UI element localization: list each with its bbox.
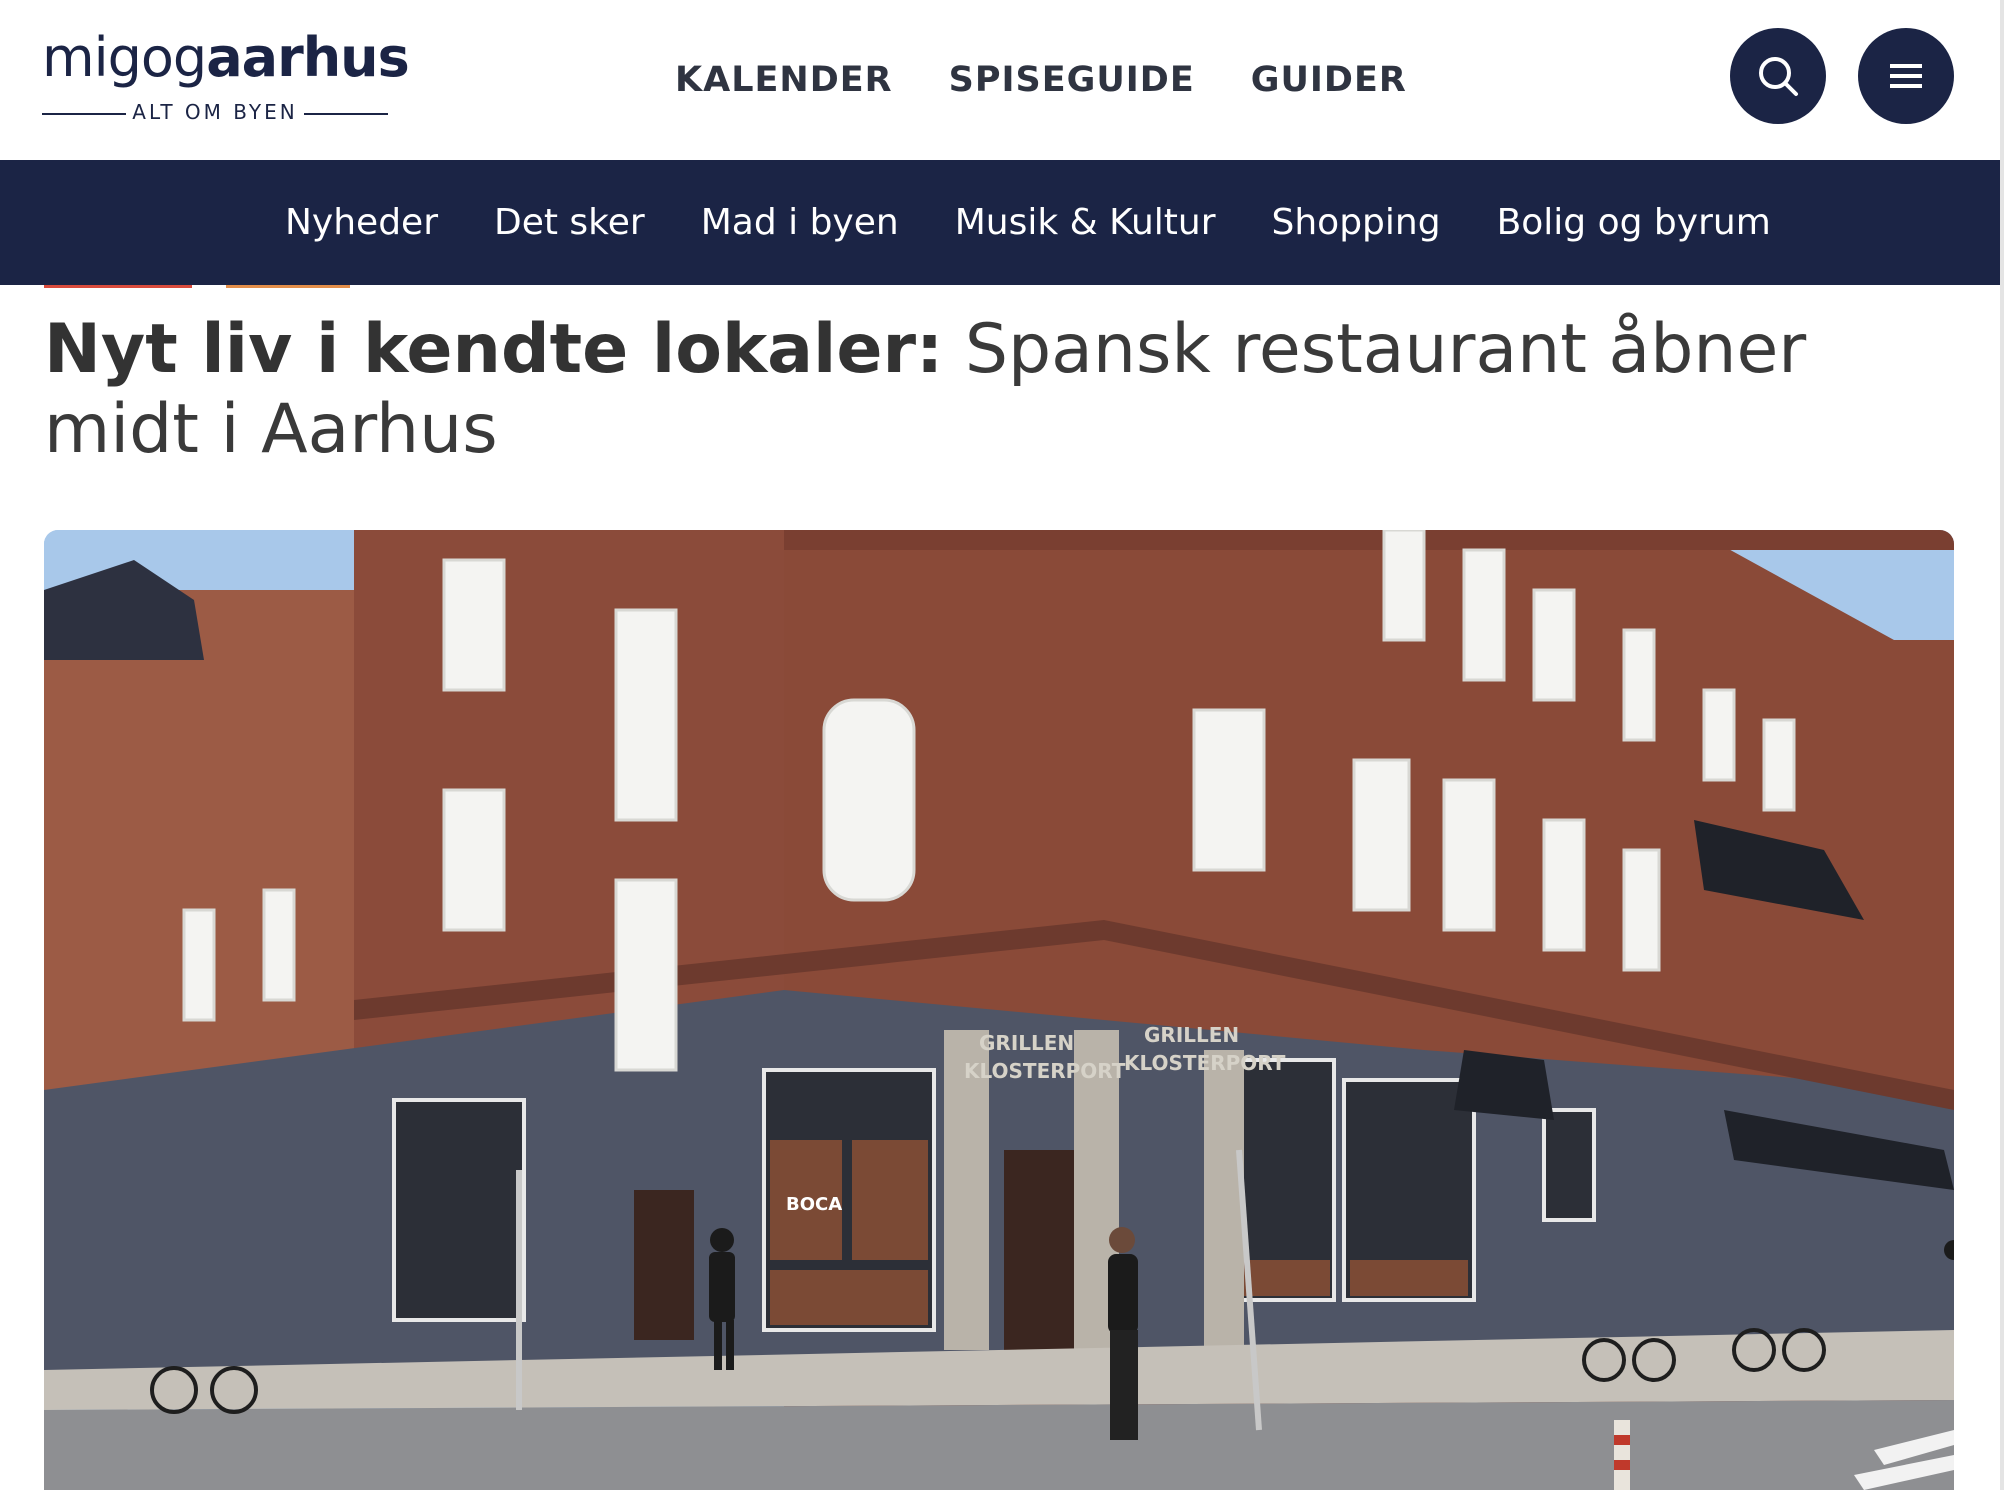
logo-tagline: ALT OM BYEN xyxy=(42,98,388,128)
category-musik-kultur[interactable]: Musik & Kultur xyxy=(955,160,1216,285)
window-logo: BOCA xyxy=(786,1194,842,1215)
search-button[interactable] xyxy=(1730,28,1826,124)
nav-guider[interactable]: GUIDER xyxy=(1251,50,1407,110)
nav-kalender[interactable]: KALENDER xyxy=(675,50,893,110)
site-logo[interactable]: migogaarhus ALT OM BYEN xyxy=(42,28,410,128)
menu-button[interactable] xyxy=(1858,28,1954,124)
article-headline: Nyt liv i kendte lokaler: Spansk restaur… xyxy=(44,310,1944,470)
nav-spiseguide[interactable]: SPISEGUIDE xyxy=(949,50,1195,110)
category-shopping[interactable]: Shopping xyxy=(1272,160,1441,285)
street-photo: BOCA GRILLEN KLOSTERPORT GRILLEN KLOSTER… xyxy=(44,530,1954,1490)
sign-right-line1: GRILLEN xyxy=(1144,1023,1239,1047)
category-bolig-byrum[interactable]: Bolig og byrum xyxy=(1497,160,1771,285)
category-tag-red[interactable] xyxy=(44,285,192,288)
sign-left-line1: GRILLEN xyxy=(979,1031,1074,1055)
page-scrollbar[interactable] xyxy=(2000,0,2004,1490)
logo-wordmark: migogaarhus xyxy=(42,26,410,89)
main-nav: KALENDER SPISEGUIDE GUIDER xyxy=(675,50,1407,110)
category-nyheder[interactable]: Nyheder xyxy=(285,160,438,285)
category-det-sker[interactable]: Det sker xyxy=(494,160,645,285)
sign-left-line2: KLOSTERPORT xyxy=(964,1059,1126,1083)
category-nav: Nyheder Det sker Mad i byen Musik & Kult… xyxy=(0,160,2000,285)
headline-kicker: Nyt liv i kendte lokaler: xyxy=(44,310,944,389)
category-mad-i-byen[interactable]: Mad i byen xyxy=(701,160,899,285)
hamburger-menu-icon xyxy=(1890,64,1922,88)
category-tag-orange[interactable] xyxy=(226,285,350,288)
site-header: migogaarhus ALT OM BYEN KALENDER SPISEGU… xyxy=(0,0,2000,160)
hero-image: BOCA GRILLEN KLOSTERPORT GRILLEN KLOSTER… xyxy=(44,530,1954,1490)
search-icon xyxy=(1759,57,1798,96)
sign-right-line2: KLOSTERPORT xyxy=(1124,1051,1286,1075)
